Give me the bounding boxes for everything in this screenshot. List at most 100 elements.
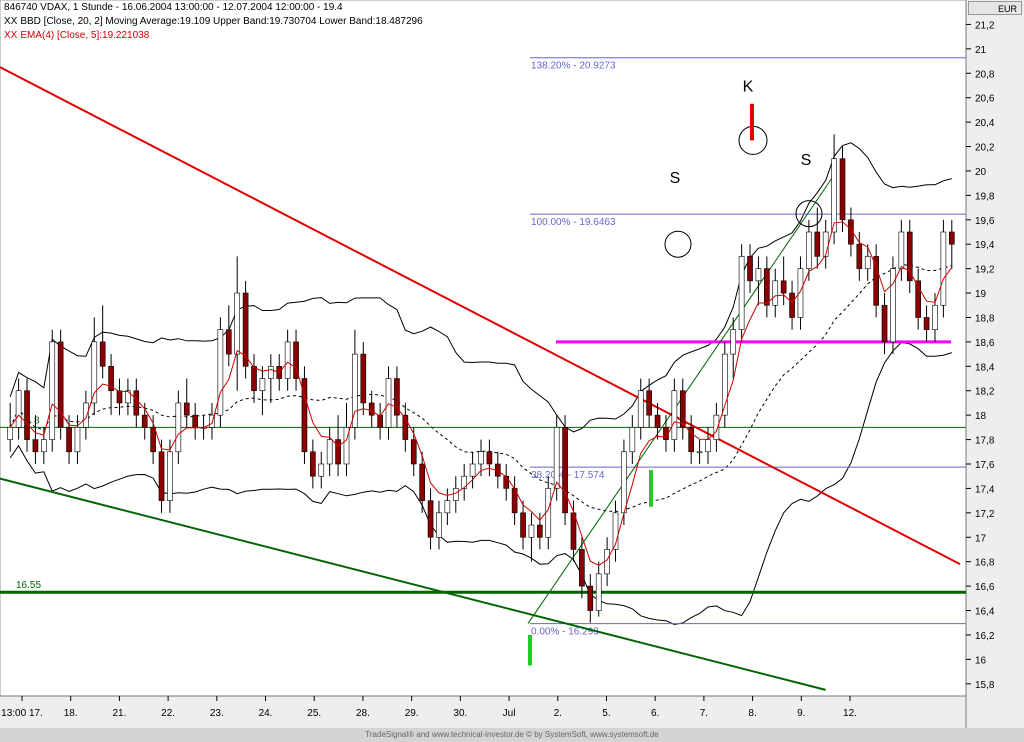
- y-tick-label: 18,2: [975, 387, 995, 398]
- y-tick-label: 16,2: [975, 631, 995, 642]
- x-tick-label: 28.: [356, 708, 370, 719]
- pattern-label: S: [801, 152, 812, 169]
- candle-body: [587, 585, 594, 611]
- candle-body: [259, 378, 266, 392]
- candle-body: [814, 231, 821, 257]
- x-tick-label: 13:00 17.: [1, 708, 43, 719]
- candle-body: [671, 390, 678, 440]
- candle-body: [150, 427, 156, 453]
- pattern-label: S: [670, 170, 681, 187]
- currency-label: EUR: [968, 1, 1022, 15]
- x-tick-label: 21.: [112, 708, 126, 719]
- x-tick-label: 8.: [748, 708, 756, 719]
- x-tick-label: 12.: [843, 708, 857, 719]
- candle-body: [234, 292, 241, 355]
- y-tick-label: 17,8: [975, 436, 995, 447]
- y-tick-label: 17: [975, 533, 987, 544]
- y-tick-label: 16: [975, 655, 987, 666]
- candle-body: [175, 402, 182, 453]
- y-tick-label: 21,2: [975, 20, 995, 31]
- candle-body: [486, 451, 493, 465]
- candle-body: [167, 451, 173, 501]
- x-tick-label: 6.: [651, 708, 659, 719]
- candle-body: [66, 427, 72, 453]
- candle-body: [545, 488, 552, 538]
- candle-body: [83, 402, 89, 428]
- y-tick-label: 18,6: [975, 338, 995, 349]
- time-axis-panel: [0, 696, 966, 728]
- candle-body: [335, 439, 341, 465]
- candle-body: [452, 488, 459, 501]
- candle-body: [595, 573, 602, 611]
- y-tick-label: 18: [975, 411, 987, 422]
- candle-body: [932, 304, 938, 330]
- candle-body: [385, 378, 392, 428]
- candle-body: [310, 451, 316, 477]
- candle-body: [764, 268, 770, 306]
- footer-credit: TradeSignal® and www.technical-investor.…: [0, 728, 1024, 742]
- y-tick-label: 19,2: [975, 265, 995, 276]
- fib-label: 138.20% - 20.9273: [531, 61, 616, 72]
- candle-body: [99, 341, 106, 367]
- candle-body: [268, 366, 274, 379]
- candle-body: [579, 549, 585, 587]
- y-tick-label: 20: [975, 167, 987, 178]
- fib-label: 38.20% - 17.574: [531, 470, 605, 481]
- candle-body: [469, 463, 476, 477]
- candle-body: [7, 427, 14, 440]
- y-tick-label: 19: [975, 289, 987, 300]
- candle-body: [183, 402, 190, 416]
- candle-body: [864, 256, 871, 269]
- level-label: 8: [34, 415, 40, 426]
- candle-body: [705, 439, 711, 453]
- bollinger-legend-text: BBD [Close, 20, 2] Moving Average:19.109…: [20, 16, 423, 27]
- candle-body: [24, 390, 30, 440]
- y-tick-label: 17,2: [975, 509, 995, 520]
- chart-title: 846740 VDAX, 1 Stunde - 16.06.2004 13:00…: [4, 2, 343, 13]
- y-tick-label: 16,8: [975, 558, 995, 569]
- y-tick-label: 20,6: [975, 94, 995, 105]
- candle-body: [444, 500, 451, 514]
- level-label: 16.55: [16, 580, 41, 591]
- candle-body: [948, 231, 955, 245]
- candle-body: [881, 304, 888, 343]
- candle-body: [898, 231, 905, 269]
- bollinger-legend-marker[interactable]: XX: [4, 16, 17, 27]
- y-tick-label: 18,8: [975, 313, 995, 324]
- x-tick-label: 25.: [307, 708, 321, 719]
- candle-body: [377, 414, 383, 428]
- candle-body: [133, 390, 140, 416]
- candle-body: [503, 475, 510, 489]
- x-tick-label: Jul: [503, 708, 516, 719]
- y-tick-label: 17,4: [975, 484, 995, 495]
- candle-body: [730, 329, 737, 355]
- candle-body: [326, 439, 333, 465]
- candle-body: [940, 231, 947, 306]
- y-tick-label: 20,4: [975, 118, 995, 129]
- candle-body: [923, 317, 930, 330]
- candle-body: [629, 427, 636, 453]
- candle-body: [755, 268, 762, 282]
- x-tick-label: 22.: [161, 708, 175, 719]
- candle-body: [570, 512, 577, 550]
- candle-body: [738, 256, 745, 330]
- candle-body: [789, 292, 795, 318]
- chart-area: 15,8 16 16,2 16,4 16,6 16,8 17 17,2 17,4 17,6 17,8…: [0, 0, 1024, 742]
- candle-body: [141, 414, 148, 428]
- candle-body: [747, 256, 753, 282]
- y-tick-label: 20,2: [975, 143, 995, 154]
- ema-legend-marker[interactable]: XX: [4, 30, 17, 41]
- candle-body: [225, 329, 232, 355]
- candle-body: [679, 390, 686, 428]
- candle-body: [646, 390, 652, 416]
- candle-body: [822, 231, 829, 257]
- y-tick-label: 21: [975, 45, 987, 56]
- y-tick-label: 19,8: [975, 191, 995, 202]
- candle-body: [284, 341, 291, 379]
- x-tick-label: 29.: [405, 708, 419, 719]
- y-tick-label: 16,4: [975, 607, 995, 618]
- candle-body: [537, 524, 543, 538]
- candle-body: [32, 439, 39, 453]
- candle-body: [74, 427, 81, 453]
- x-tick-label: 18.: [64, 708, 78, 719]
